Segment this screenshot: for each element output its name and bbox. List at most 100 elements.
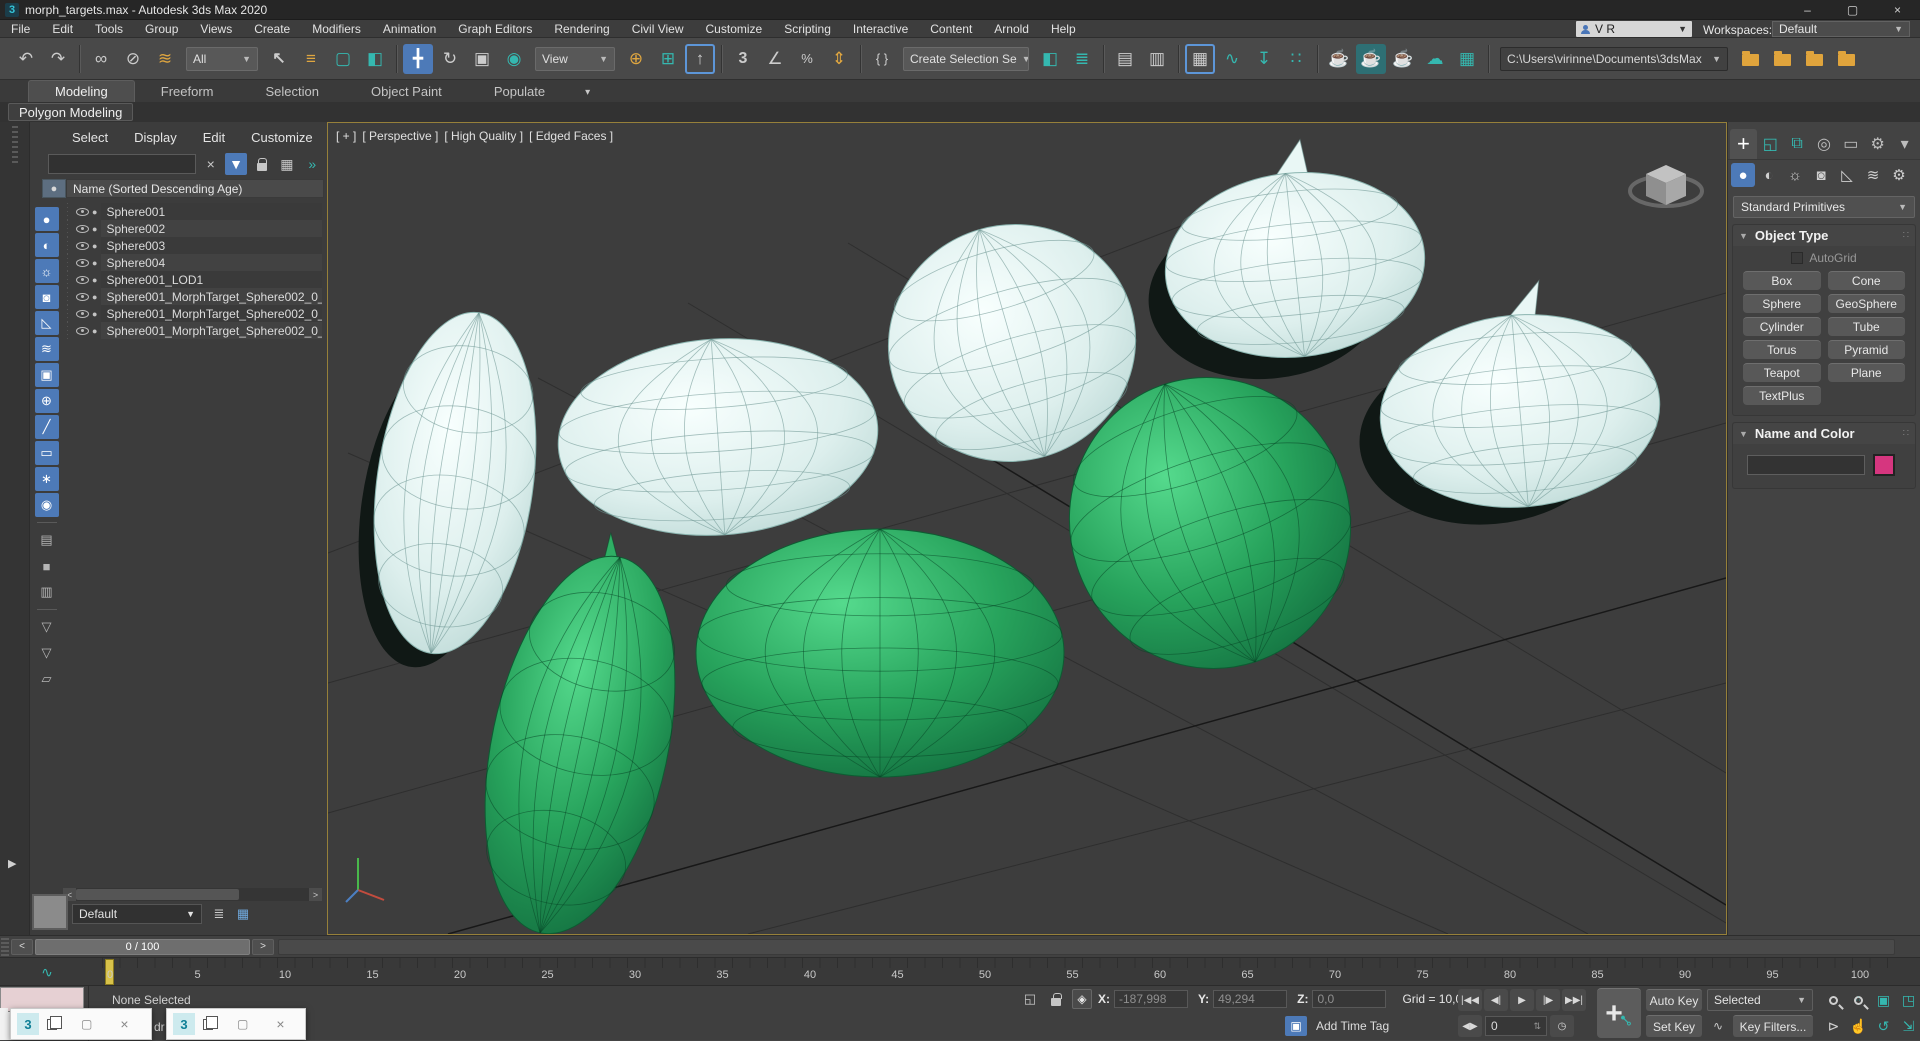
restore-icon[interactable]: [203, 1019, 213, 1030]
visibility-eye-icon[interactable]: [76, 242, 89, 250]
zoom-extents-all-icon[interactable]: ◳: [1897, 989, 1920, 1011]
select-and-move-icon[interactable]: ╋: [403, 44, 433, 74]
hierarchy-view-icon[interactable]: ▦: [276, 153, 297, 175]
background-window-titlebar[interactable]: 3▢×: [10, 1008, 152, 1040]
filter-particles-icon[interactable]: ∗: [35, 467, 59, 491]
name-column-header[interactable]: Name (Sorted Descending Age): [66, 179, 324, 198]
named-selection-sets-dropdown[interactable]: Create Selection Se▼: [903, 47, 1029, 71]
maximize-icon[interactable]: ▢: [81, 1017, 92, 1031]
list-item[interactable]: ●Sphere004: [63, 254, 322, 271]
project-folder-settings-icon[interactable]: [1831, 44, 1861, 74]
menu-modifiers[interactable]: Modifiers: [301, 20, 372, 37]
isolate-selection-icon[interactable]: ◱: [1020, 989, 1040, 1009]
rectangular-selection-region-icon[interactable]: ▢: [328, 44, 358, 74]
expand-dock-icon[interactable]: ▶: [8, 857, 16, 870]
textplus-button[interactable]: TextPlus: [1743, 386, 1821, 405]
set-key-button[interactable]: Set Key: [1646, 1015, 1702, 1037]
menu-tools[interactable]: Tools: [84, 20, 134, 37]
box-button[interactable]: Box: [1743, 271, 1821, 290]
project-folder-structure-icon[interactable]: [1799, 44, 1829, 74]
selectability-dot-icon[interactable]: ●: [92, 326, 97, 336]
viewcube[interactable]: [1624, 151, 1708, 223]
edit-named-selection-sets-icon[interactable]: { }: [867, 44, 897, 74]
tab-create-icon[interactable]: +: [1730, 129, 1757, 159]
tab-hierarchy-icon[interactable]: ⧉: [1784, 129, 1811, 159]
menu-scripting[interactable]: Scripting: [773, 20, 842, 37]
visibility-eye-icon[interactable]: [76, 327, 89, 335]
key-mode-toggle-icon[interactable]: ◀▶: [1458, 1015, 1482, 1037]
add-time-tag[interactable]: Add Time Tag: [1316, 1019, 1389, 1033]
maximize-viewport-toggle-icon[interactable]: ⇲: [1897, 1015, 1920, 1037]
time-configuration-icon[interactable]: ◷: [1550, 1015, 1574, 1037]
menu-file[interactable]: File: [0, 20, 41, 37]
list-item[interactable]: ●Sphere001_MorphTarget_Sphere002_0_2: [63, 322, 322, 339]
tab-motion-icon[interactable]: ◎: [1811, 129, 1838, 159]
object-name-field[interactable]: [1747, 455, 1865, 475]
close-icon[interactable]: ×: [276, 1016, 284, 1032]
category-geometry-icon[interactable]: ●: [1731, 163, 1755, 187]
filter-frames-icon[interactable]: ▭: [35, 441, 59, 465]
visibility-eye-icon[interactable]: [76, 310, 89, 318]
keyboard-shortcut-override-icon[interactable]: ↑: [685, 44, 715, 74]
key-filters-button[interactable]: Key Filters...: [1733, 1015, 1813, 1037]
toggle-scene-explorer-icon[interactable]: ▤: [1110, 44, 1140, 74]
explorer-menu-customize[interactable]: Customize: [239, 130, 324, 145]
current-frame-field[interactable]: 0 ⇅: [1485, 1016, 1547, 1036]
spinner-snap-toggle-icon[interactable]: ⇕: [824, 44, 854, 74]
tab-overflow-icon[interactable]: ▾: [1891, 129, 1918, 159]
autogrid-checkbox[interactable]: [1791, 252, 1803, 264]
undo-icon[interactable]: ↶: [11, 44, 41, 74]
explorer-menu-edit[interactable]: Edit: [191, 130, 237, 145]
sphere-white-disc[interactable]: [552, 328, 885, 546]
mini-curve-editor-icon[interactable]: ∿: [34, 962, 60, 982]
filter-lights-icon[interactable]: ☼: [35, 259, 59, 283]
filter-xrefs-icon[interactable]: ⊕: [35, 389, 59, 413]
display-notes-icon[interactable]: ▥: [35, 580, 59, 604]
menu-graph-editors[interactable]: Graph Editors: [447, 20, 543, 37]
object-name[interactable]: Sphere004: [101, 254, 322, 271]
filter-visibility-icon[interactable]: ◉: [35, 493, 59, 517]
category-lights-icon[interactable]: ☼: [1783, 163, 1807, 187]
visibility-eye-icon[interactable]: [76, 259, 89, 267]
quality-label[interactable]: [ High Quality ]: [444, 129, 523, 143]
explorer-preset-dropdown[interactable]: Default ▼: [72, 904, 202, 924]
tab-modify-icon[interactable]: ◱: [1757, 129, 1784, 159]
torus-button[interactable]: Torus: [1743, 340, 1821, 359]
tab-utilities-icon[interactable]: ⚙: [1864, 129, 1891, 159]
menu-civil-view[interactable]: Civil View: [621, 20, 695, 37]
sphere-green-disc[interactable]: [696, 529, 1064, 777]
select-and-link-icon[interactable]: ∞: [86, 44, 116, 74]
restore-icon[interactable]: [47, 1019, 57, 1030]
polygon-modeling-panel[interactable]: Polygon Modeling: [8, 103, 133, 121]
selectability-dot-icon[interactable]: ●: [92, 309, 97, 319]
render-production-icon[interactable]: ☕: [1388, 44, 1418, 74]
pan-view-icon[interactable]: ☝: [1847, 1015, 1870, 1037]
category-systems-icon[interactable]: ⚙: [1887, 163, 1911, 187]
menu-create[interactable]: Create: [243, 20, 301, 37]
select-and-place-icon[interactable]: ◉: [499, 44, 529, 74]
go-to-start-icon[interactable]: |◀◀: [1458, 989, 1482, 1011]
rendered-frame-window-icon[interactable]: ☕: [1356, 44, 1386, 74]
track-bar[interactable]: ∿ 05101520253035404550556065707580859095…: [0, 957, 1920, 985]
object-name[interactable]: Sphere002: [101, 220, 322, 237]
maximize-button[interactable]: ▢: [1830, 0, 1875, 19]
menu-animation[interactable]: Animation: [372, 20, 447, 37]
object-name[interactable]: Sphere001_LOD1: [101, 271, 322, 288]
search-input[interactable]: [48, 154, 196, 174]
unlink-selection-icon[interactable]: ⊘: [118, 44, 148, 74]
tab-display-icon[interactable]: ▭: [1837, 129, 1864, 159]
open-project-folder-icon[interactable]: [1767, 44, 1797, 74]
coord-value-field[interactable]: 49,294: [1213, 990, 1287, 1008]
filter-shapes-icon[interactable]: ◐: [35, 233, 59, 257]
snaps-toggle-icon[interactable]: 3: [728, 44, 758, 74]
selectability-dot-icon[interactable]: ●: [92, 241, 97, 251]
list-item[interactable]: ●Sphere001_MorphTarget_Sphere002_0_1: [63, 305, 322, 322]
auto-key-button[interactable]: Auto Key: [1646, 989, 1702, 1011]
clear-search-icon[interactable]: ×: [200, 153, 221, 175]
column-toggle-icon[interactable]: ●: [42, 179, 66, 198]
category-cameras-icon[interactable]: ◙: [1809, 163, 1833, 187]
select-and-scale-icon[interactable]: ▣: [467, 44, 497, 74]
grid-view-icon[interactable]: ▦: [232, 904, 254, 924]
category-shapes-icon[interactable]: ◐: [1757, 163, 1781, 187]
render-gallery-icon[interactable]: ▦: [1452, 44, 1482, 74]
